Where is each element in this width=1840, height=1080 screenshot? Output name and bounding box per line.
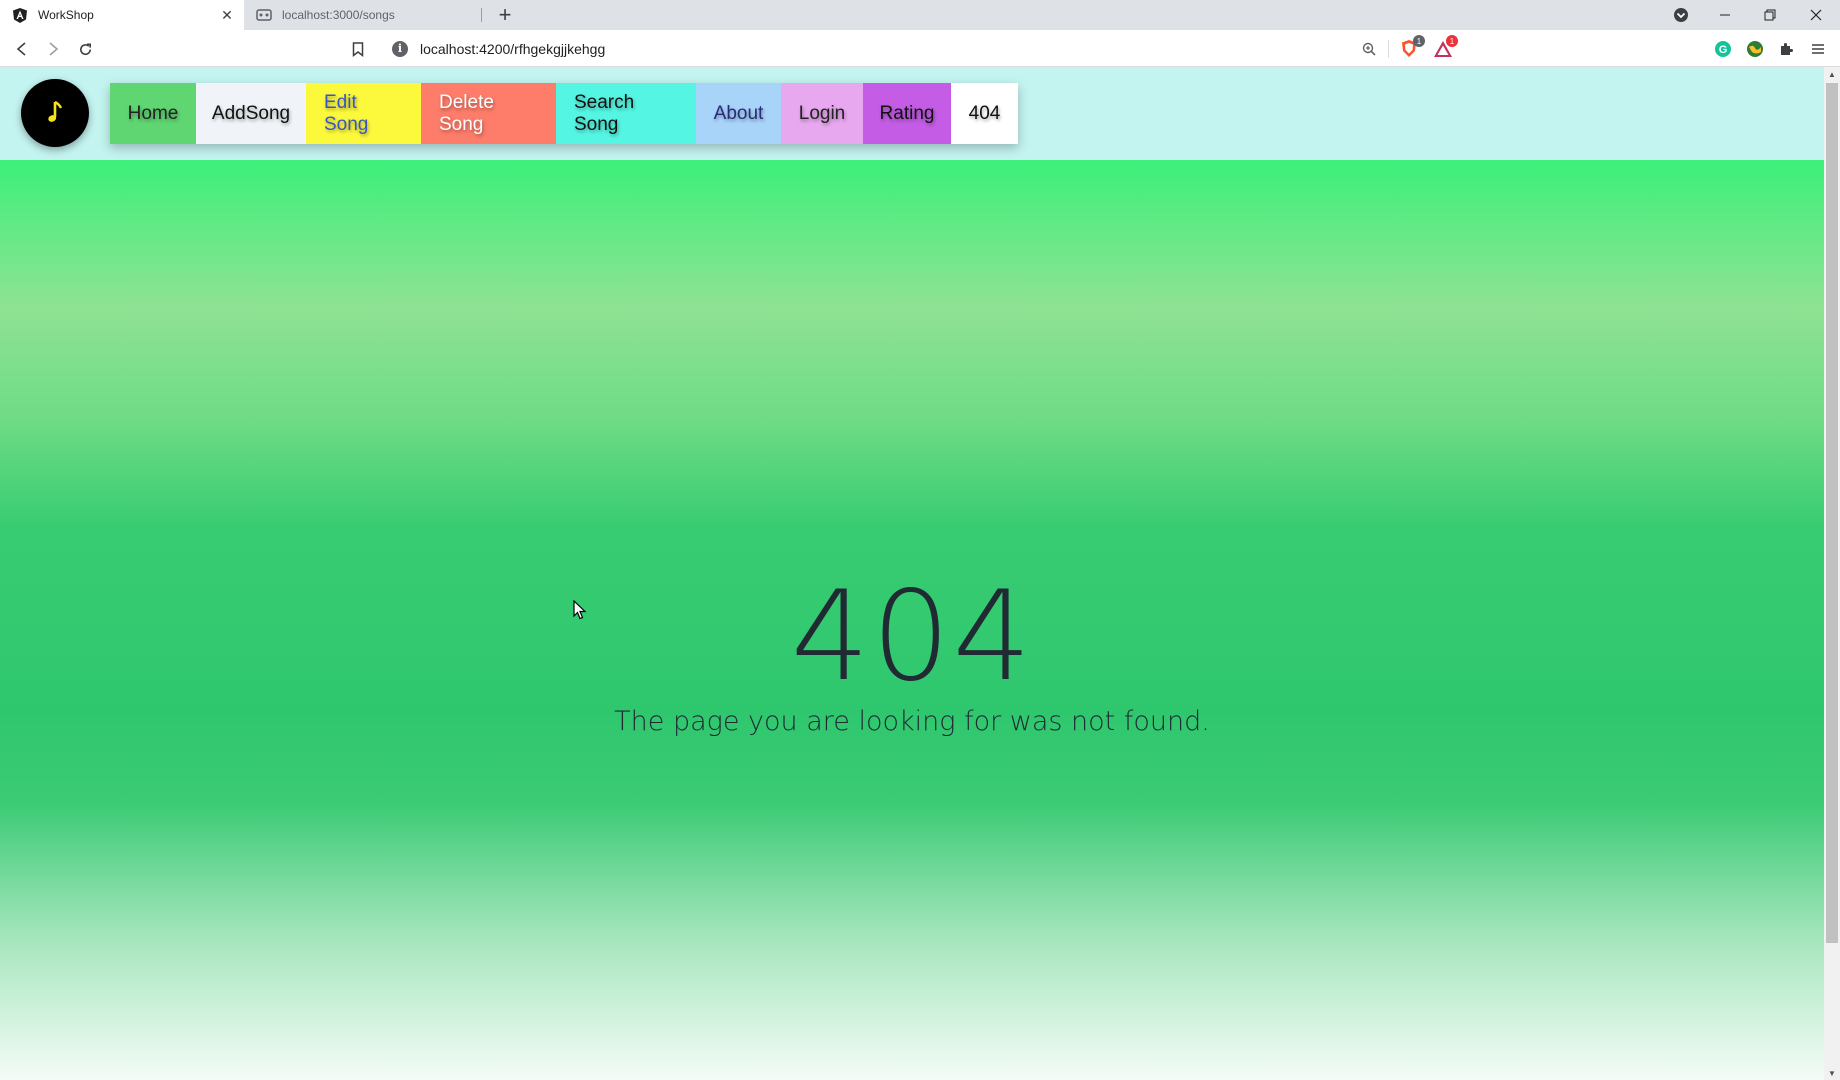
error-message: The page you are looking for was not fou…: [614, 706, 1210, 737]
info-icon[interactable]: i: [392, 40, 408, 57]
nav-delete-song[interactable]: Delete Song: [421, 83, 556, 144]
nav-label: Delete Song: [439, 91, 494, 135]
tab-search-icon[interactable]: [1658, 0, 1704, 30]
nav-label: 404: [968, 102, 1001, 124]
nav-label: Login: [798, 102, 846, 124]
toolbar-divider: [1388, 40, 1389, 58]
globe-extension-icon[interactable]: [1744, 38, 1766, 60]
close-icon[interactable]: ✕: [218, 6, 236, 24]
scrollbar[interactable]: ▲ ▼: [1824, 67, 1840, 1080]
minimize-icon[interactable]: [1702, 0, 1748, 30]
scroll-up-icon[interactable]: ▲: [1824, 67, 1840, 81]
nav-label: Home: [127, 102, 179, 124]
puzzle-icon[interactable]: [1776, 38, 1798, 60]
brave-badge: 1: [1413, 35, 1425, 47]
mouse-cursor-icon: [573, 600, 587, 620]
nav-label: Search Song: [574, 91, 635, 135]
url-text[interactable]: localhost:4200/rfhgekgjjkehgg: [420, 41, 1460, 57]
page-icon: [256, 7, 272, 23]
not-found-section: 404 The page you are looking for was not…: [0, 160, 1824, 1080]
tab-songs[interactable]: localhost:3000/songs: [244, 0, 482, 30]
forward-arrow-icon[interactable]: [40, 36, 66, 62]
grammarly-icon[interactable]: G: [1712, 38, 1734, 60]
browser-toolbar: i localhost:4200/rfhgekgjjkehgg 1 1 G: [0, 30, 1840, 67]
bookmark-icon[interactable]: [345, 36, 371, 62]
nav-label: Rating: [879, 102, 935, 124]
address-bar[interactable]: i localhost:4200/rfhgekgjjkehgg: [380, 34, 1460, 63]
nav-label: Edit Song: [324, 91, 369, 135]
tab-title: WorkShop: [38, 8, 94, 22]
nav-menu: Home AddSong Edit Song Delete Song Searc…: [110, 83, 1018, 144]
hamburger-menu-icon[interactable]: [1807, 38, 1829, 60]
navbar: Home AddSong Edit Song Delete Song Searc…: [0, 67, 1824, 160]
nav-search-song[interactable]: Search Song: [556, 83, 696, 144]
scrollbar-thumb[interactable]: [1826, 83, 1838, 943]
nav-label: AddSong: [211, 102, 291, 124]
nav-login[interactable]: Login: [781, 83, 863, 144]
tab-workshop[interactable]: WorkShop ✕: [0, 0, 244, 30]
angular-icon: [12, 7, 28, 23]
page-viewport: Home AddSong Edit Song Delete Song Searc…: [0, 67, 1824, 1080]
error-code: 404: [790, 565, 1034, 709]
svg-text:G: G: [1719, 44, 1728, 56]
rewards-badge: 1: [1446, 35, 1458, 47]
zoom-icon[interactable]: [1356, 36, 1382, 62]
back-arrow-icon[interactable]: [9, 36, 35, 62]
nav-about[interactable]: About: [696, 83, 781, 144]
nav-rating[interactable]: Rating: [863, 83, 951, 144]
tab-strip: WorkShop ✕ localhost:3000/songs +: [0, 0, 1840, 30]
nav-404[interactable]: 404: [951, 83, 1018, 144]
tab-title: localhost:3000/songs: [282, 8, 395, 22]
new-tab-button[interactable]: +: [493, 3, 517, 27]
nav-edit-song[interactable]: Edit Song: [306, 83, 421, 144]
restore-icon[interactable]: [1747, 0, 1793, 30]
scroll-down-icon[interactable]: ▼: [1824, 1066, 1840, 1080]
nav-home[interactable]: Home: [110, 83, 196, 144]
nav-label: About: [713, 102, 764, 124]
music-note-icon[interactable]: [21, 79, 89, 147]
close-window-icon[interactable]: [1793, 0, 1839, 30]
reload-icon[interactable]: [72, 36, 98, 62]
nav-addsong[interactable]: AddSong: [196, 83, 306, 144]
